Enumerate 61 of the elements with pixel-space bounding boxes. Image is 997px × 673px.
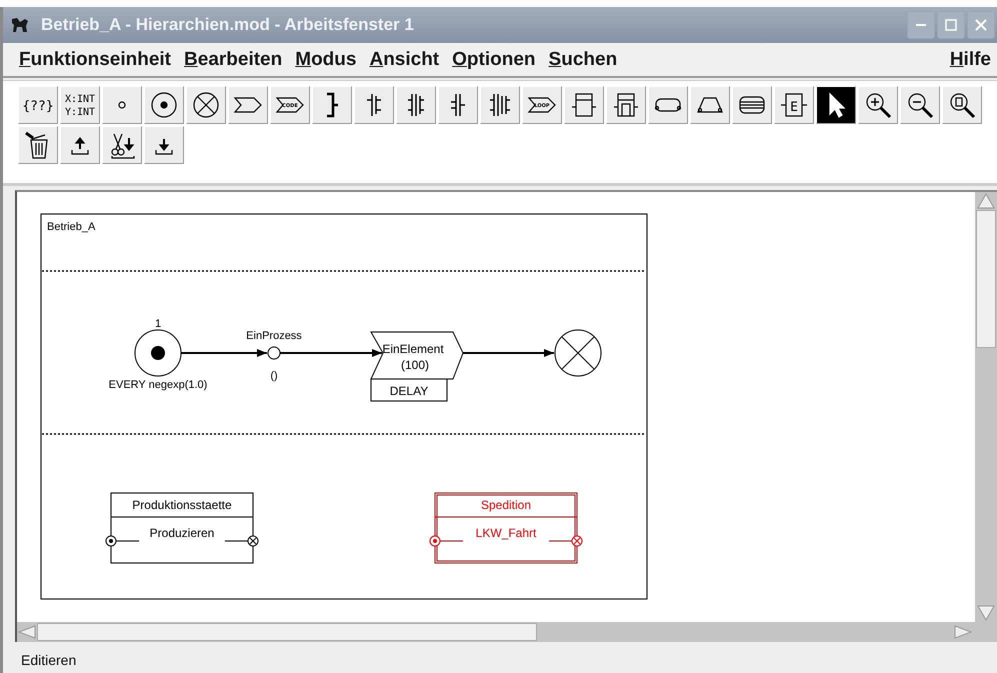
dotted-circle-tool-button[interactable] [144, 86, 184, 124]
rounded-box-tool-button[interactable] [648, 86, 688, 124]
minimize-icon [916, 24, 926, 26]
dotted-circle-icon [149, 90, 179, 120]
split-lines-tool-button[interactable] [354, 86, 394, 124]
source-label: EVERY negexp(1.0) [108, 379, 208, 391]
scroll-thumb[interactable] [37, 623, 537, 641]
download-tool-button[interactable] [144, 126, 184, 164]
app-icon [11, 17, 29, 33]
element-capacity: (100) [401, 358, 429, 372]
zoom-fit-tool-button[interactable] [942, 86, 982, 124]
source-node[interactable] [134, 330, 182, 376]
module-process: LKW_Fahrt [476, 526, 536, 540]
menu-item[interactable]: Suchen [548, 48, 618, 70]
diagram-title: Betrieb_A [47, 221, 96, 233]
trash-tool-button[interactable] [18, 126, 58, 164]
maximize-icon [944, 18, 958, 32]
module-process: Produzieren [150, 526, 214, 540]
sink-node[interactable] [554, 330, 602, 376]
stack-tool-button[interactable] [732, 86, 772, 124]
process-name: EinProzess [246, 330, 302, 342]
menu-item[interactable]: Funktionseinheit [19, 48, 172, 70]
horizontal-scrollbar[interactable] [15, 622, 997, 642]
source-count: 1 [154, 318, 162, 330]
zoom-in-tool-button[interactable] [858, 86, 898, 124]
coordinate-tool-button[interactable]: X:INT Y:INT [60, 86, 100, 124]
braces-icon: {??} [23, 90, 53, 120]
close-icon [974, 18, 988, 32]
scissors-tool-button[interactable] [102, 126, 142, 164]
e-box-tool-button[interactable]: E [774, 86, 814, 124]
circle-icon [118, 101, 126, 109]
help-menu[interactable]: Hilfe [950, 48, 991, 70]
split-lines-tool-button[interactable] [480, 86, 520, 124]
process-args: () [270, 370, 278, 382]
window-title: Betrieb_A - Hierarchien.mod - Arbeitsfenster 1 [41, 15, 414, 35]
module-title: Spedition [480, 498, 532, 512]
zoom-out-tool-button[interactable] [900, 86, 940, 124]
module-box-tool-button[interactable] [606, 86, 646, 124]
pointer-tool-button[interactable] [816, 86, 856, 124]
split-lines-tool-button[interactable] [438, 86, 478, 124]
trapezoid-tool-button[interactable] [690, 86, 730, 124]
crossed-circle-tool-button[interactable] [186, 86, 226, 124]
bracket-tool-button[interactable] [312, 86, 352, 124]
crossed-circle-icon [191, 90, 221, 120]
status-text: Editieren [21, 652, 76, 668]
upload-tool-button[interactable] [60, 126, 100, 164]
menu-item[interactable]: Ansicht [369, 48, 440, 70]
vertical-scrollbar[interactable] [975, 192, 997, 622]
element-name: EinElement [382, 342, 444, 356]
coordinate-icon: X:INT Y:INT [65, 90, 95, 120]
scroll-thumb[interactable] [976, 210, 996, 348]
module-title: Produktionsstaette [132, 498, 232, 512]
braces-tool-button[interactable]: {??} [18, 86, 58, 124]
menu-item[interactable]: Modus [295, 48, 356, 70]
chevron-tool-button[interactable] [228, 86, 268, 124]
module-box-tool-button[interactable] [564, 86, 604, 124]
menu-item[interactable]: Bearbeiten [184, 48, 282, 70]
element-type: DELAY [390, 384, 428, 398]
split-lines-tool-button[interactable] [396, 86, 436, 124]
module-box[interactable] [110, 492, 254, 564]
menu-item[interactable]: Optionen [452, 48, 536, 70]
